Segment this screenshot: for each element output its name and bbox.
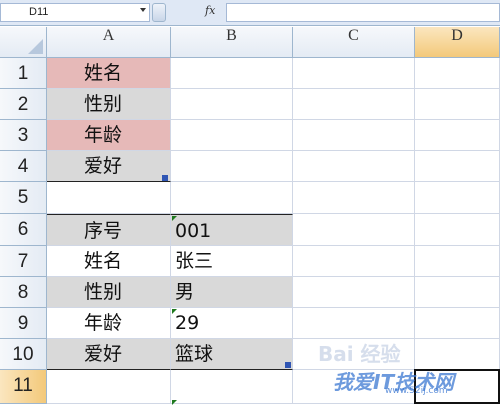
cell-d7[interactable]: [415, 246, 500, 277]
cell-c4[interactable]: [293, 151, 415, 182]
cell-b3[interactable]: [171, 120, 293, 151]
row-header-6[interactable]: 6: [0, 214, 47, 246]
select-all-icon: [28, 39, 43, 54]
watermark-line-1: Bai 经验: [318, 342, 401, 366]
row-header-2[interactable]: 2: [0, 89, 47, 120]
column-header-c[interactable]: C: [293, 27, 415, 58]
cell-d6[interactable]: [415, 214, 500, 246]
cell-b7-text: 张三: [175, 250, 214, 272]
name-box-dropdown-icon[interactable]: [140, 8, 146, 12]
cell-a1-text: 姓名: [84, 62, 123, 84]
row-header-7[interactable]: 7: [0, 246, 47, 277]
cell-b7[interactable]: 张三: [171, 246, 293, 277]
row-header-5[interactable]: 5: [0, 182, 47, 214]
cell-b1[interactable]: [171, 58, 293, 89]
cell-d2[interactable]: [415, 89, 500, 120]
cell-a9[interactable]: 年龄: [47, 308, 171, 339]
cell-b9[interactable]: 29: [171, 308, 293, 339]
row-header-9[interactable]: 9: [0, 308, 47, 339]
fill-handle[interactable]: [162, 175, 168, 181]
cell-a3[interactable]: 年龄: [47, 120, 171, 151]
cell-b6-text: 001: [175, 220, 212, 242]
row-header-8[interactable]: 8: [0, 277, 47, 308]
cell-a4[interactable]: 爱好: [47, 151, 171, 182]
column-header-b[interactable]: B: [171, 27, 293, 58]
select-all-button[interactable]: [0, 27, 47, 58]
cell-d3[interactable]: [415, 120, 500, 151]
cell-a8[interactable]: 性别: [47, 277, 171, 308]
cell-a2-text: 性别: [84, 93, 123, 115]
cell-c7[interactable]: [293, 246, 415, 277]
fill-handle[interactable]: [285, 362, 291, 368]
cell-a10[interactable]: 爱好: [47, 339, 171, 370]
cell-b5[interactable]: [171, 182, 293, 214]
cell-c2[interactable]: [293, 89, 415, 120]
cell-d9[interactable]: [415, 308, 500, 339]
cell-b10[interactable]: 篮球: [171, 339, 293, 370]
row-header-11[interactable]: 11: [0, 370, 47, 404]
cell-a1[interactable]: 姓名: [47, 58, 171, 89]
formula-bar: D11 fx: [0, 0, 500, 26]
cell-a8-text: 性别: [84, 281, 123, 303]
cell-a5[interactable]: [47, 182, 171, 214]
cell-d4[interactable]: [415, 151, 500, 182]
cell-a7-text: 姓名: [84, 250, 123, 272]
cell-c8[interactable]: [293, 277, 415, 308]
cell-a4-text: 爱好: [84, 155, 123, 177]
cell-c1[interactable]: [293, 58, 415, 89]
cell-b4[interactable]: [171, 151, 293, 182]
cell-b8[interactable]: 男: [171, 277, 293, 308]
row-header-1[interactable]: 1: [0, 58, 47, 89]
name-box[interactable]: D11: [0, 3, 150, 22]
cell-d8[interactable]: [415, 277, 500, 308]
column-header-d[interactable]: D: [415, 27, 500, 58]
row-header-3[interactable]: 3: [0, 120, 47, 151]
cell-a7[interactable]: 姓名: [47, 246, 171, 277]
cell-a10-text: 爱好: [84, 343, 123, 365]
error-indicator-icon: [172, 400, 177, 405]
cell-b10-text: 篮球: [175, 343, 214, 365]
cell-a3-text: 年龄: [84, 124, 123, 146]
cell-c9[interactable]: [293, 308, 415, 339]
cell-c5[interactable]: [293, 182, 415, 214]
cell-b8-text: 男: [175, 281, 195, 303]
cell-d5[interactable]: [415, 182, 500, 214]
column-header-a[interactable]: A: [47, 27, 171, 58]
cell-b9-text: 29: [175, 312, 200, 334]
cell-a2[interactable]: 性别: [47, 89, 171, 120]
cell-b6[interactable]: 001: [171, 214, 293, 246]
cell-a6-text: 序号: [84, 220, 123, 242]
row-header-4[interactable]: 4: [0, 151, 47, 182]
cell-a9-text: 年龄: [84, 312, 123, 334]
cell-c6[interactable]: [293, 214, 415, 246]
cell-d1[interactable]: [415, 58, 500, 89]
cell-a6[interactable]: 序号: [47, 214, 171, 246]
cell-c3[interactable]: [293, 120, 415, 151]
insert-function-icon[interactable]: fx: [205, 4, 215, 17]
watermark-line-3: www.52ij.com: [385, 386, 448, 396]
formula-input[interactable]: [226, 3, 500, 22]
cell-b2[interactable]: [171, 89, 293, 120]
cell-b11[interactable]: [171, 370, 293, 404]
cell-a11[interactable]: [47, 370, 171, 404]
formula-bar-grip[interactable]: [152, 3, 166, 22]
row-header-10[interactable]: 10: [0, 339, 47, 370]
